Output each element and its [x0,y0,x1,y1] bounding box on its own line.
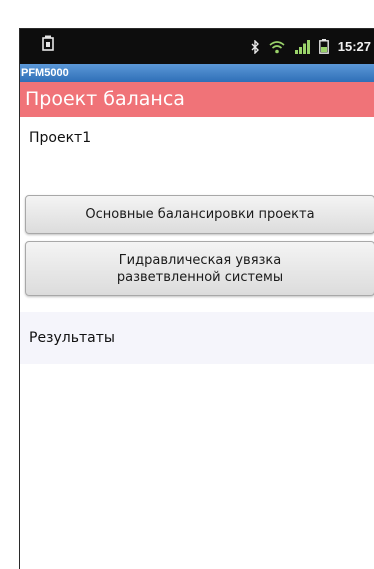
project-name: Проект1 [29,130,92,146]
wifi-icon [269,40,285,54]
sim-card-icon [42,35,54,51]
results-item[interactable]: Результаты [20,312,374,364]
signal-icon [294,39,310,54]
battery-icon [318,39,329,54]
status-clock: 15:27 [337,39,371,54]
main-balancing-button[interactable]: Основные балансировки проекта [25,195,374,234]
status-bar: 15:27 [20,29,374,64]
app-title-bar: PFM5000 [20,64,374,82]
bluetooth-icon [251,39,260,54]
screen-header: Проект баланса [20,82,374,117]
hydraulic-linkage-button[interactable]: Гидравлическая увязка разветвленной сист… [25,241,374,296]
phone-screen: 15:27 PFM5000 Проект баланса Проект1 Осн… [19,28,374,569]
